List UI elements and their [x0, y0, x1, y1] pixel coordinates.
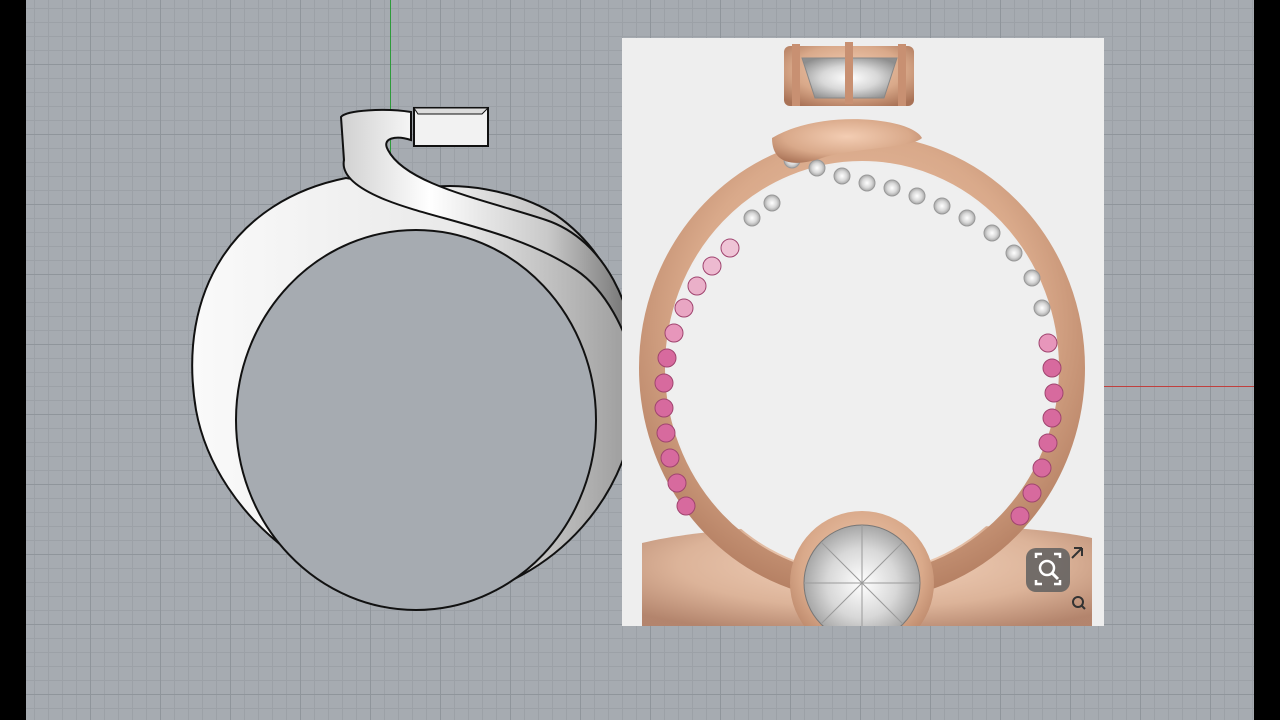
rhino-top-viewport[interactable] [26, 0, 1254, 720]
top-solitaire [784, 42, 914, 106]
reference-ring-photo [622, 38, 1104, 626]
google-lens-icon [1026, 547, 1086, 610]
ring-band-inner [235, 229, 597, 611]
google-lens-button[interactable] [1024, 542, 1088, 612]
ring-model-curve[interactable] [156, 90, 656, 620]
